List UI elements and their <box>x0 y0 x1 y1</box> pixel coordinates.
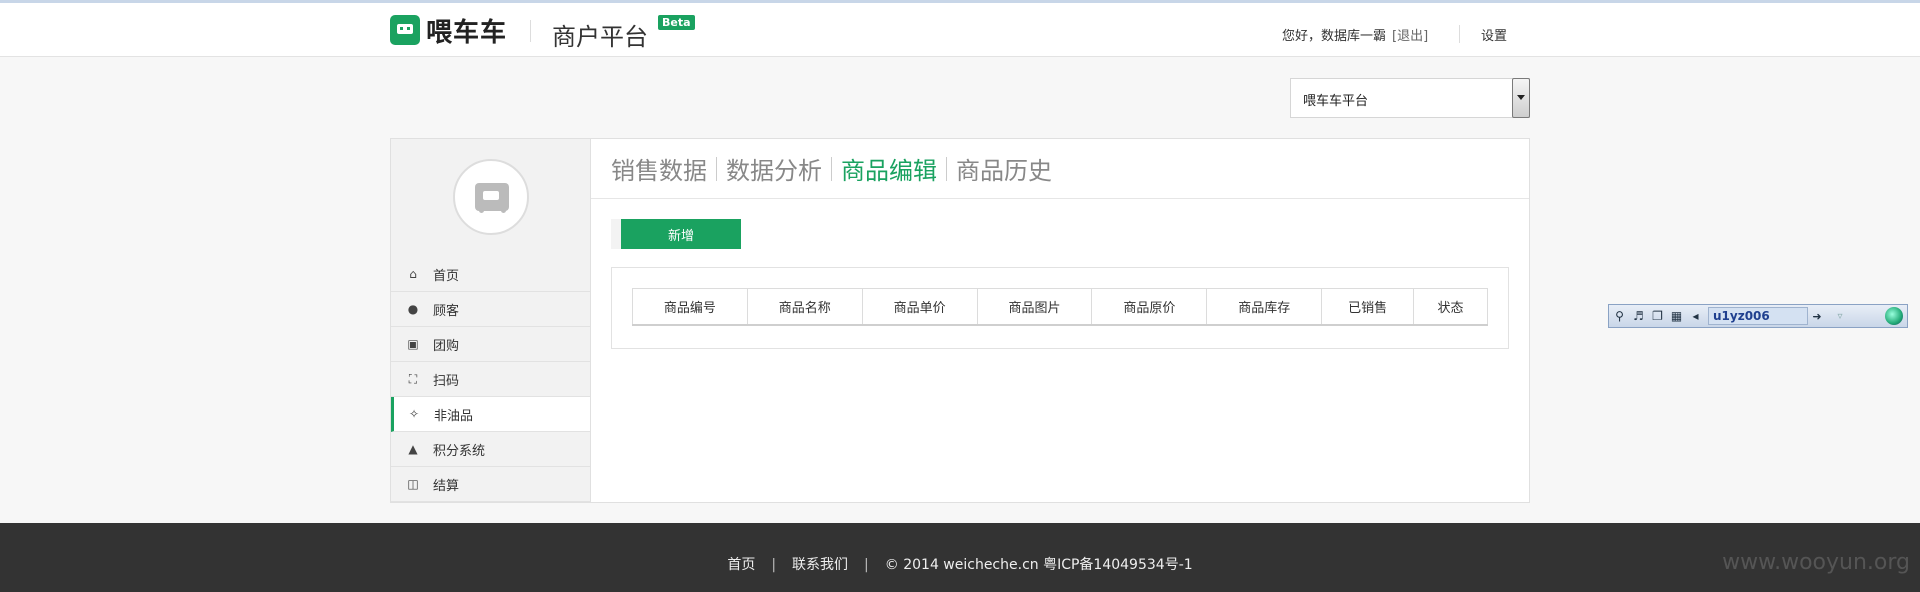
sidebar-item-home[interactable]: ⌂ 首页 <box>391 257 590 292</box>
sidebar-item-label: 结算 <box>433 478 460 494</box>
logo-icon <box>390 15 420 45</box>
footer-copyright: © 2014 weicheche.cn 粤ICP备14049534号-1 <box>884 557 1193 573</box>
speaker-icon[interactable]: ♬ <box>1630 307 1647 325</box>
logout-link[interactable]: [退出] <box>1392 29 1428 44</box>
add-product-button[interactable]: 新增 <box>621 219 741 249</box>
sidebar: ⌂ 首页 ● 顾客 ▣ 团购 ⛶ 扫码 ✧ 非油品 ▲ 积分系统 ◫ 结算 <box>390 138 591 503</box>
search-icon[interactable]: ⚲ <box>1611 307 1628 325</box>
sidebar-item-label: 首页 <box>433 268 460 284</box>
sidebar-item-scan[interactable]: ⛶ 扫码 <box>391 362 590 397</box>
settlement-icon: ◫ <box>407 477 419 491</box>
sidebar-menu: ⌂ 首页 ● 顾客 ▣ 团购 ⛶ 扫码 ✧ 非油品 ▲ 积分系统 ◫ 结算 <box>391 257 590 502</box>
scan-icon: ⛶ <box>408 372 418 386</box>
platform-select-value: 喂车车平台 <box>1303 94 1369 109</box>
sidebar-item-settlement[interactable]: ◫ 结算 <box>391 467 590 502</box>
cart-icon: ▣ <box>407 337 419 351</box>
sidebar-item-label: 积分系统 <box>433 443 486 459</box>
beta-badge: Beta <box>658 15 695 30</box>
avatar-placeholder-icon <box>475 183 509 213</box>
footer-contact-link[interactable]: 联系我们 <box>792 557 848 573</box>
browser-extension-toolbar: ⚲ ♬ ❐ ▦ ◂ u1yz006 ➜ ▿ <box>1608 304 1908 328</box>
column-header-stock[interactable]: 商品库存 <box>1206 288 1323 325</box>
header: 喂车车 商户平台 Beta 您好，数据库一霸 [退出] 设置 <box>0 3 1920 57</box>
column-header-product-id[interactable]: 商品编号 <box>632 288 748 325</box>
column-header-original-price[interactable]: 商品原价 <box>1091 288 1208 325</box>
header-divider <box>530 20 531 42</box>
sidebar-item-label: 团购 <box>433 338 460 354</box>
save-icon[interactable]: ▦ <box>1668 307 1685 325</box>
settings-link[interactable]: 设置 <box>1481 25 1507 44</box>
extension-logo-icon[interactable] <box>1885 307 1903 325</box>
user-icon: ● <box>407 302 419 316</box>
money-bag-icon: ▲ <box>408 442 418 456</box>
column-header-sold[interactable]: 已销售 <box>1321 288 1415 325</box>
table-header-row: 商品编号 商品名称 商品单价 商品图片 商品原价 商品库存 已销售 状态 <box>632 288 1488 326</box>
footer-home-link[interactable]: 首页 <box>727 557 755 573</box>
user-greeting: 您好，数据库一霸 [退出] <box>1282 25 1428 44</box>
sidebar-item-label: 顾客 <box>433 303 460 319</box>
sidebar-item-customers[interactable]: ● 顾客 <box>391 292 590 327</box>
home-icon: ⌂ <box>409 267 417 281</box>
add-button-wrap: 新增 <box>611 219 741 249</box>
arrow-left-icon[interactable]: ◂ <box>1687 307 1704 325</box>
tab-bar: 销售数据 数据分析 商品编辑 商品历史 <box>591 139 1529 199</box>
header-separator <box>1459 25 1460 43</box>
tab-data-analysis[interactable]: 数据分析 <box>726 151 822 186</box>
logo[interactable]: 喂车车 <box>390 15 507 48</box>
greeting-text: 您好，数据库一霸 <box>1282 29 1387 44</box>
chevron-down-icon[interactable]: ▿ <box>1830 307 1850 325</box>
toolbar-input[interactable]: u1yz006 <box>1708 307 1808 325</box>
tab-product-edit[interactable]: 商品编辑 <box>841 151 937 186</box>
footer-separator: | <box>771 557 777 573</box>
sidebar-item-groupbuy[interactable]: ▣ 团购 <box>391 327 590 362</box>
tab-divider <box>946 156 947 181</box>
column-header-status[interactable]: 状态 <box>1414 289 1488 326</box>
product-table: 商品编号 商品名称 商品单价 商品图片 商品原价 商品库存 已销售 状态 <box>632 288 1488 326</box>
watermark: www.wooyun.org <box>1722 550 1910 575</box>
footer-separator: | <box>864 557 869 573</box>
product-table-panel: 商品编号 商品名称 商品单价 商品图片 商品原价 商品库存 已销售 状态 <box>611 267 1509 349</box>
tab-sales-data[interactable]: 销售数据 <box>611 151 707 186</box>
sidebar-item-points[interactable]: ▲ 积分系统 <box>391 432 590 467</box>
footer: 首页 | 联系我们 | © 2014 weicheche.cn 粤ICP备1404953… <box>0 523 1920 592</box>
sidebar-item-label: 非油品 <box>434 408 474 424</box>
platform-select[interactable]: 喂车车平台 <box>1290 78 1530 118</box>
column-header-product-name[interactable]: 商品名称 <box>747 288 863 325</box>
chevron-down-icon[interactable] <box>1512 78 1530 118</box>
tab-divider <box>716 156 717 181</box>
puzzle-icon: ✧ <box>408 407 420 421</box>
column-header-image[interactable]: 商品图片 <box>977 288 1093 325</box>
sidebar-item-non-oil[interactable]: ✧ 非油品 <box>391 397 590 432</box>
sidebar-item-label: 扫码 <box>433 373 460 389</box>
footer-links: 首页 | 联系我们 | © 2014 weicheche.cn 粤ICP备1404953… <box>0 554 1920 574</box>
tab-product-history[interactable]: 商品历史 <box>956 151 1052 186</box>
platform-title: 商户平台 <box>552 23 648 51</box>
column-header-unit-price[interactable]: 商品单价 <box>862 288 978 325</box>
avatar[interactable] <box>453 159 529 235</box>
copy-icon[interactable]: ❐ <box>1649 307 1666 325</box>
main-content: 销售数据 数据分析 商品编辑 商品历史 新增 商品编号 商品名称 商品单价 商品… <box>590 138 1530 503</box>
logo-text: 喂车车 <box>426 17 508 48</box>
go-arrow-icon[interactable]: ➜ <box>1810 307 1824 325</box>
tab-divider <box>831 156 832 181</box>
